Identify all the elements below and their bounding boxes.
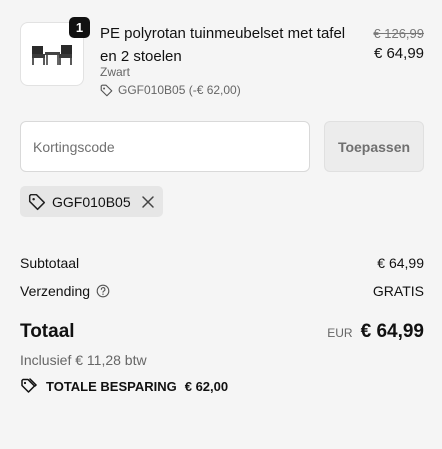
question-circle-icon[interactable] — [96, 284, 110, 298]
product-name: PE polyrotan tuinmeubelset met tafel en … — [100, 25, 346, 65]
total-amount: EUR € 64,99 — [327, 321, 424, 343]
checkout-order-summary: { "line_item": { "quantity": "1", "name"… — [0, 0, 442, 449]
savings-value: € 62,00 — [184, 378, 229, 394]
price-tags-icon — [21, 378, 38, 393]
shipping-row: Verzending — [20, 283, 110, 299]
currency-code: EUR — [327, 326, 353, 340]
discount-code-input[interactable] — [20, 121, 310, 172]
savings-label: TOTALE BESPARING — [46, 378, 177, 394]
applied-code-label: GGF010B05 — [52, 193, 131, 210]
applied-discount-text: GGF010B05 (-€ 62,00) — [118, 83, 241, 97]
applied-code-chip: GGF010B05 — [20, 186, 163, 217]
original-price: € 126,99 — [373, 26, 424, 41]
tag-icon — [28, 193, 46, 210]
remove-code-button[interactable] — [141, 195, 155, 209]
product-variant: Zwart — [100, 65, 130, 79]
total-savings: TOTALE BESPARING € 62,00 — [20, 377, 228, 395]
subtotal-value: € 64,99 — [377, 255, 424, 271]
total-label: Totaal — [20, 321, 75, 342]
tag-icon — [100, 84, 113, 96]
apply-discount-button[interactable]: Toepassen — [324, 121, 424, 172]
tax-note: Inclusief € 11,28 btw — [20, 352, 147, 368]
shipping-label: Verzending — [20, 283, 91, 299]
shipping-value: GRATIS — [372, 283, 424, 299]
quantity-badge: 1 — [69, 17, 90, 38]
applied-discount-line: GGF010B05 (-€ 62,00) — [100, 83, 241, 97]
item-price: € 64,99 — [373, 45, 424, 62]
subtotal-label: Subtotaal — [20, 255, 80, 271]
total-value: € 64,99 — [360, 321, 424, 342]
close-icon — [141, 195, 154, 208]
